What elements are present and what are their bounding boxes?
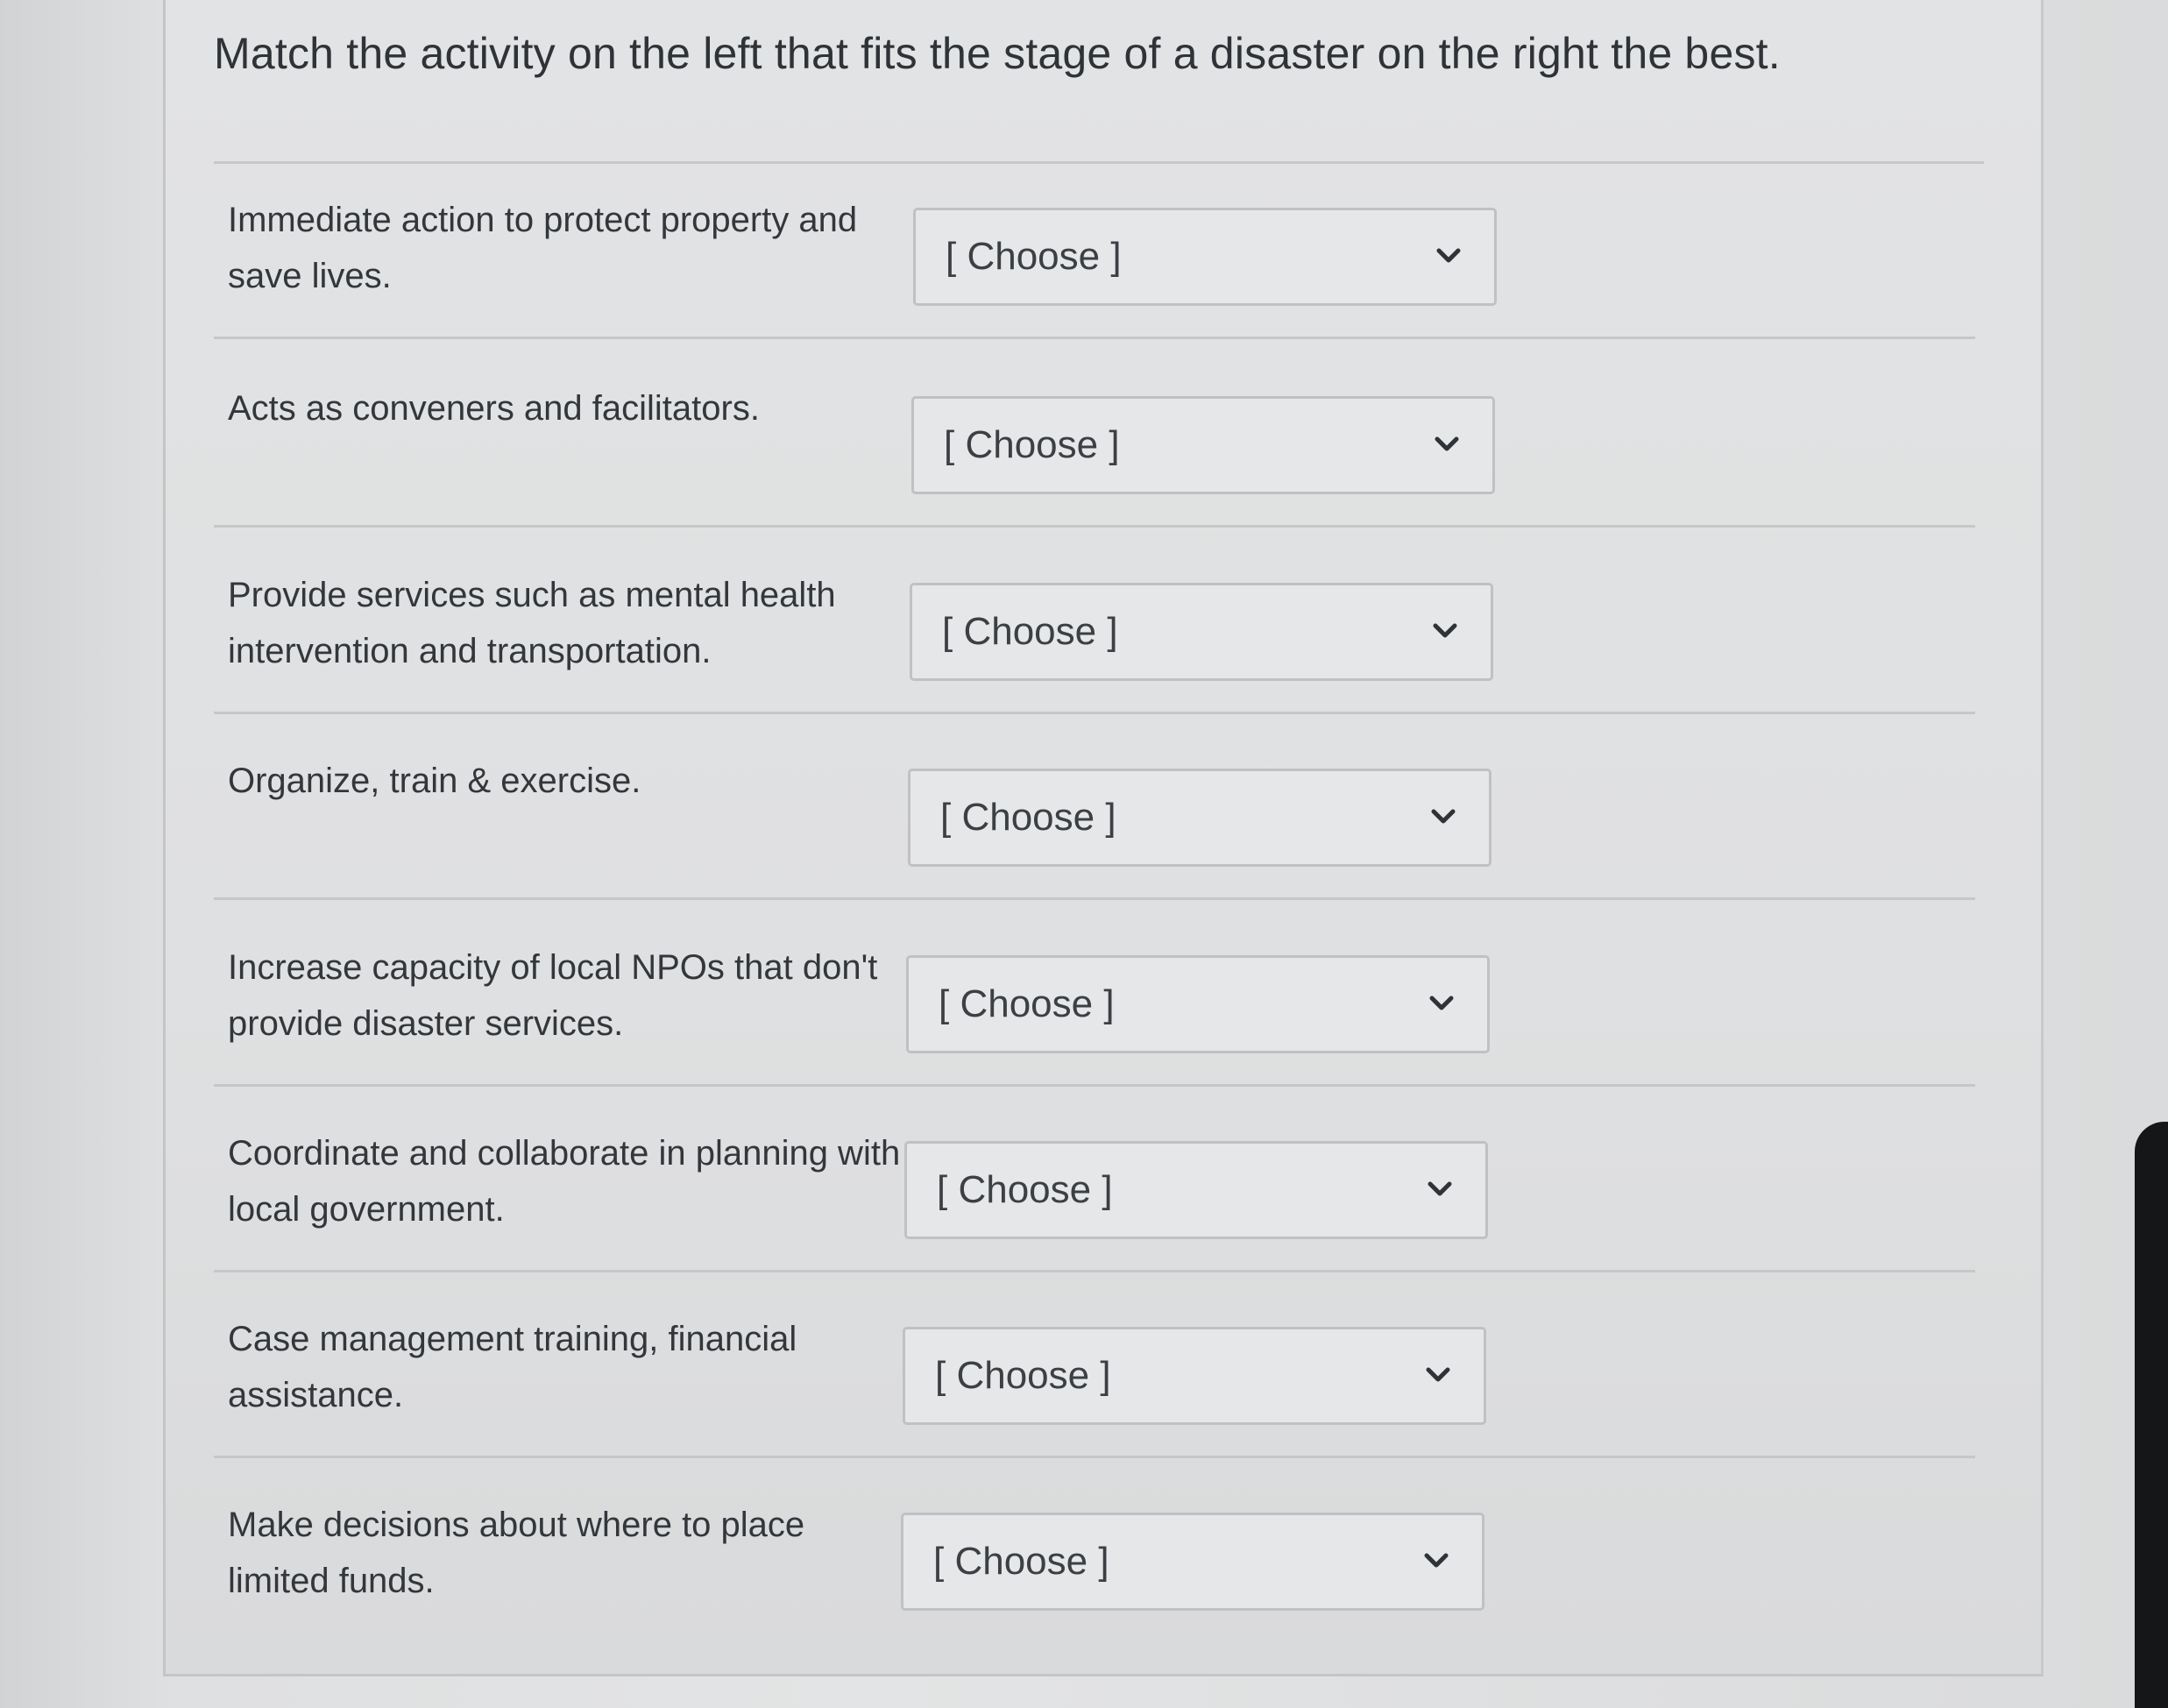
match-prompt: Make decisions about where to place limi… <box>228 1506 805 1600</box>
match-prompt: Immediate action to protect property and… <box>228 201 858 295</box>
dropdown-selected-value: [ Choose ] <box>946 235 1122 278</box>
chevron-down-icon <box>1424 1553 1449 1568</box>
chevron-down-icon <box>1428 1181 1452 1196</box>
divider <box>214 1084 1975 1087</box>
answer-dropdown[interactable]: [ Choose ] <box>910 583 1493 681</box>
question-text: Match the activity on the left that fits… <box>214 29 1781 78</box>
match-row: Organize, train & exercise. [ Choose ] <box>214 725 1975 900</box>
match-row: Increase capacity of local NPOs that don… <box>214 911 1975 1087</box>
match-row: Make decisions about where to place limi… <box>214 1469 1975 1644</box>
match-row: Provide services such as mental health i… <box>214 539 1975 714</box>
match-prompt: Acts as conveners and facilitators. <box>228 389 760 428</box>
answer-dropdown[interactable]: [ Choose ] <box>913 208 1497 306</box>
answer-dropdown[interactable]: [ Choose ] <box>904 1141 1488 1239</box>
device-bezel <box>2135 1122 2168 1708</box>
answer-dropdown[interactable]: [ Choose ] <box>908 769 1491 867</box>
match-row: Acts as conveners and facilitators. [ Ch… <box>214 352 1975 528</box>
chevron-down-icon <box>1429 996 1454 1010</box>
dropdown-selected-value: [ Choose ] <box>944 423 1120 466</box>
match-row: Case management training, financial assi… <box>214 1283 1975 1458</box>
match-row: Immediate action to protect property and… <box>214 164 1975 339</box>
chevron-down-icon <box>1436 248 1461 263</box>
divider <box>214 1456 1975 1458</box>
match-prompt: Organize, train & exercise. <box>228 762 641 800</box>
match-prompt: Provide services such as mental health i… <box>228 576 836 670</box>
chevron-down-icon <box>1426 1367 1450 1382</box>
match-row: Coordinate and collaborate in planning w… <box>214 1097 1975 1272</box>
dropdown-selected-value: [ Choose ] <box>940 796 1116 839</box>
dropdown-selected-value: [ Choose ] <box>935 1354 1111 1397</box>
answer-dropdown[interactable]: [ Choose ] <box>901 1513 1484 1611</box>
dropdown-selected-value: [ Choose ] <box>942 610 1118 653</box>
answer-dropdown[interactable]: [ Choose ] <box>911 396 1495 494</box>
dropdown-selected-value: [ Choose ] <box>937 1168 1113 1211</box>
answer-dropdown[interactable]: [ Choose ] <box>906 955 1490 1053</box>
match-prompt: Coordinate and collaborate in planning w… <box>228 1134 901 1229</box>
chevron-down-icon <box>1431 809 1456 824</box>
divider <box>214 337 1975 339</box>
chevron-down-icon <box>1433 623 1457 638</box>
divider <box>214 712 1975 714</box>
divider <box>214 525 1975 528</box>
answer-dropdown[interactable]: [ Choose ] <box>903 1327 1486 1425</box>
chevron-down-icon <box>1435 436 1459 451</box>
dropdown-selected-value: [ Choose ] <box>939 982 1115 1025</box>
match-prompt: Increase capacity of local NPOs that don… <box>228 948 878 1043</box>
divider <box>214 1270 1975 1272</box>
divider <box>214 897 1975 900</box>
dropdown-selected-value: [ Choose ] <box>933 1540 1109 1583</box>
match-prompt: Case management training, financial assi… <box>228 1320 797 1414</box>
